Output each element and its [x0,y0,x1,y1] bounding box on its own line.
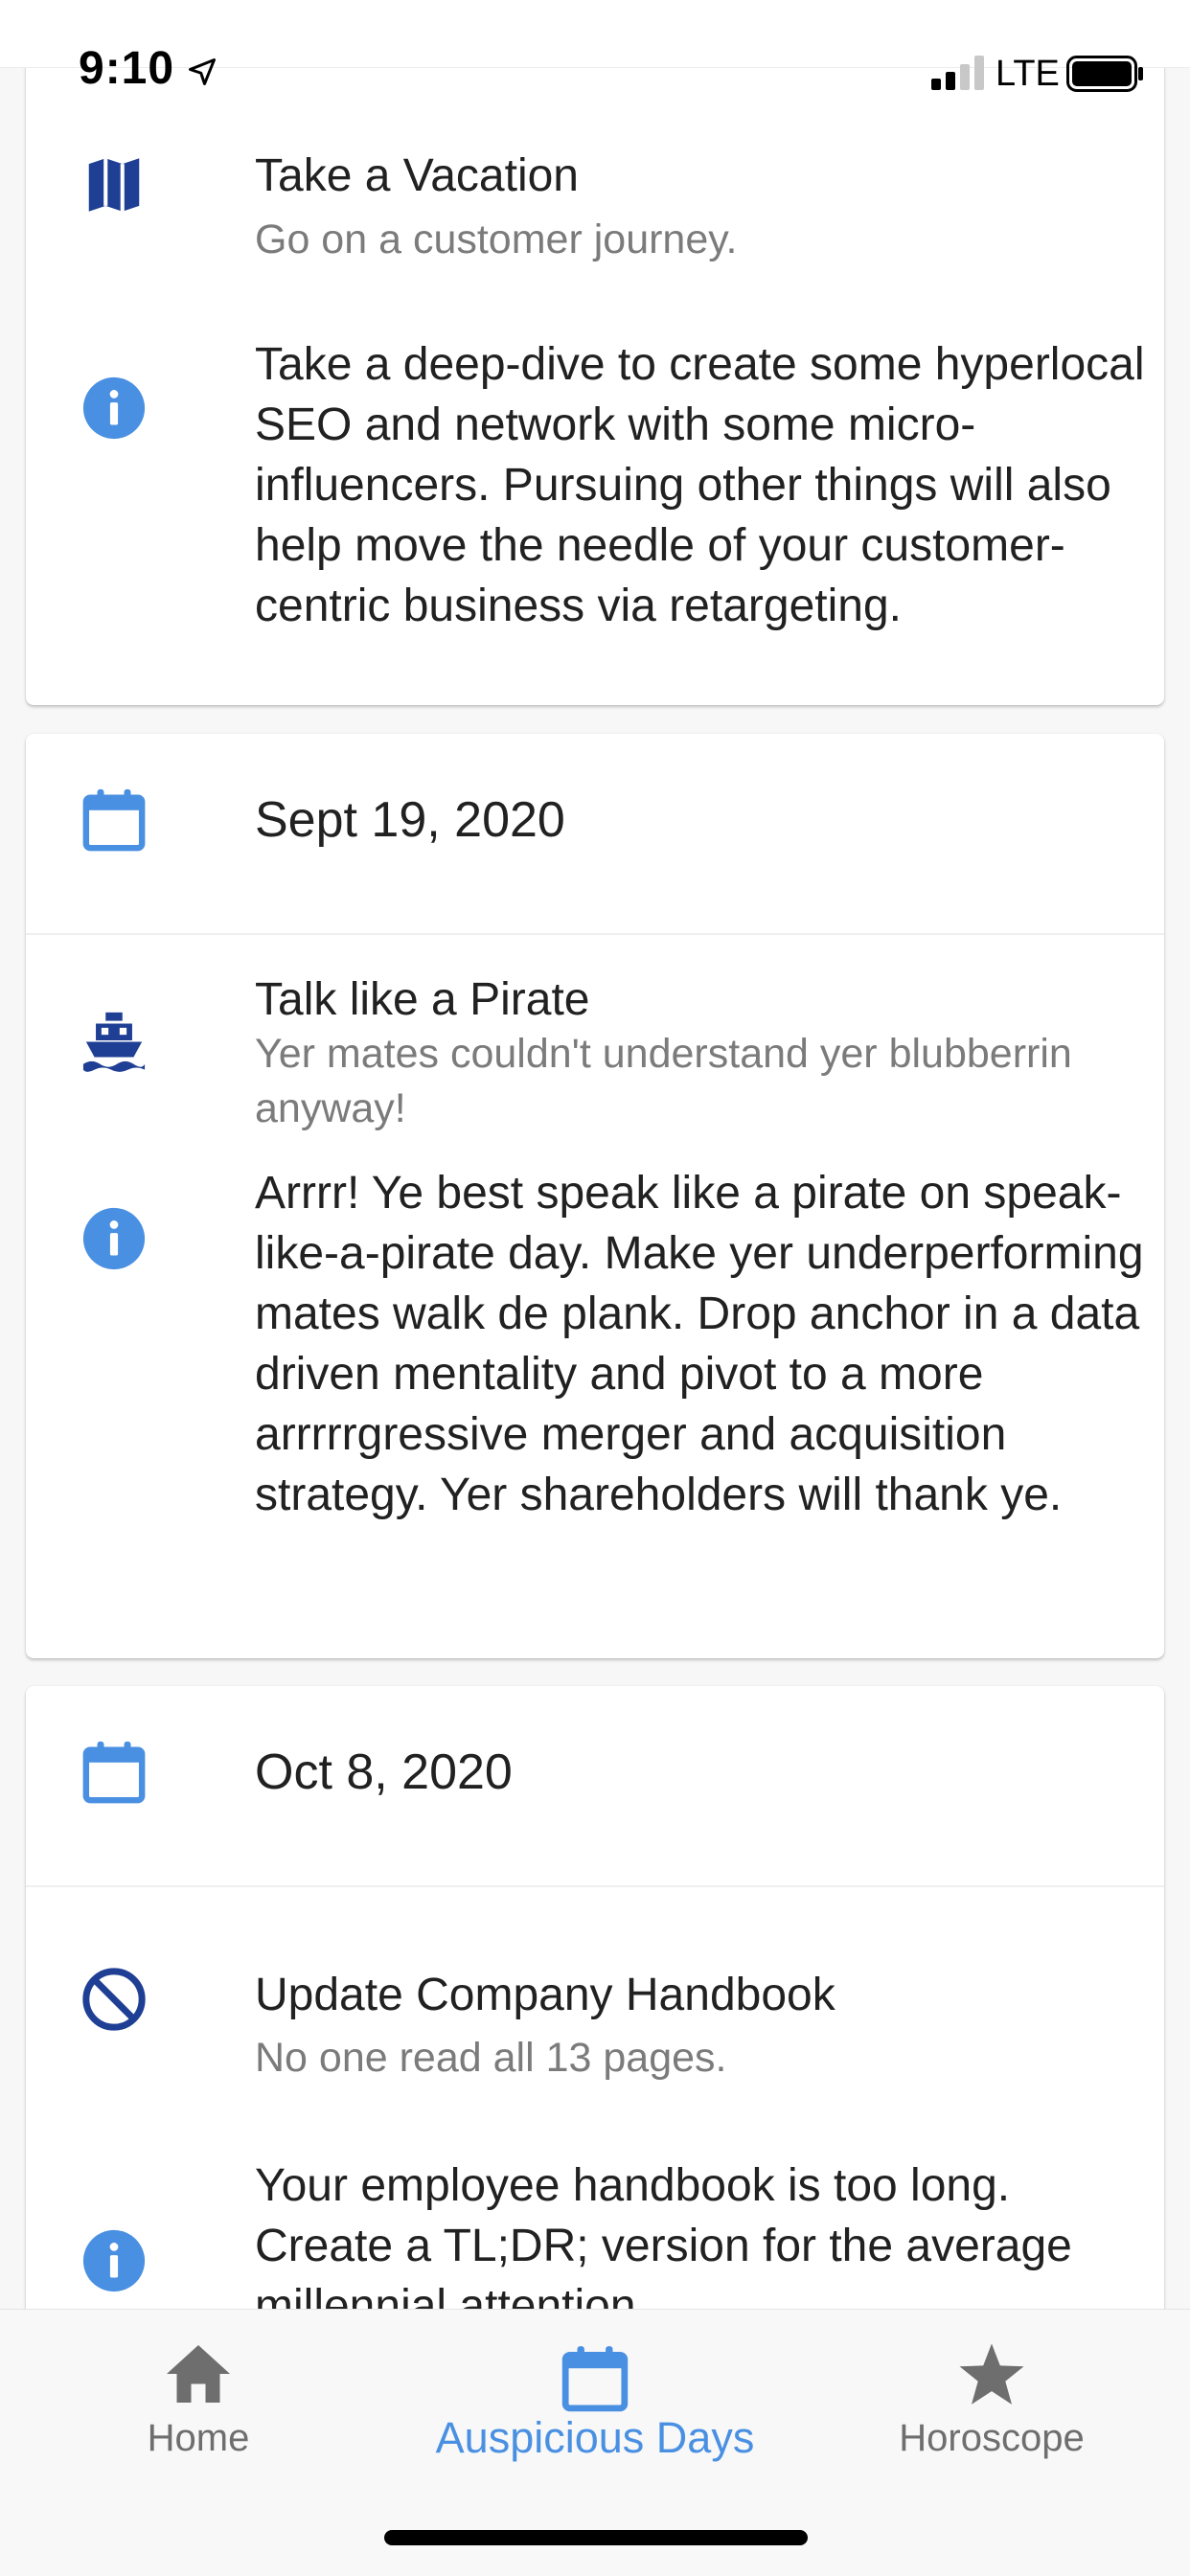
event-date: Sept 19, 2020 [255,792,565,848]
map-icon [80,151,148,218]
row-divider [26,933,1164,935]
event-subtitle: No one read all 13 pages. [255,2035,727,2081]
event-subtitle: Yer mates couldn't understand yer blubbe… [255,1031,1072,1131]
home-indicator[interactable] [384,2530,808,2545]
bottom-tab-bar: Home Auspicious Days Horoscope [0,2309,1190,2576]
event-subtitle: Go on a customer journey. [255,217,738,262]
event-description: Your employee handbook is too long. Crea… [255,2160,1072,2309]
event-date: Oct 8, 2020 [255,1744,513,1800]
date-card: Sept 19, 2020 Talk like a Pirate Yer mat… [26,734,1164,1658]
status-time: 9:10 [79,43,175,94]
block-icon [80,1966,148,2033]
content-scroll-area[interactable]: Take a Vacation Go on a customer journey… [0,0,1190,2309]
signal-strength-icon [931,56,987,95]
row-divider [26,1885,1164,1887]
tab-auspicious-days[interactable]: Auspicious Days [397,2310,793,2501]
tab-label: Horoscope [899,2417,1085,2459]
location-arrow-icon [188,57,217,91]
battery-icon [1066,56,1145,97]
date-card: Oct 8, 2020 Update Company Handbook No o… [26,1686,1164,2309]
event-description: Arrrr! Ye best speak like a pirate on sp… [255,1168,1144,1520]
calendar-icon [80,786,148,854]
event-title: Talk like a Pirate [255,974,590,1025]
status-bar: 9:10 LTE [0,0,1190,94]
tab-horoscope[interactable]: Horoscope [793,2310,1190,2501]
tab-label: Home [147,2417,250,2459]
event-description: Take a deep-dive to create some hyperloc… [255,339,1145,631]
info-icon[interactable] [80,1205,148,1272]
tab-label: Auspicious Days [435,2413,755,2462]
calendar-icon [80,1739,148,1806]
ship-icon [80,1007,148,1074]
tab-home[interactable]: Home [0,2310,397,2501]
network-type: LTE [995,54,1060,94]
event-title: Update Company Handbook [255,1970,835,2020]
info-icon[interactable] [80,2227,148,2294]
info-icon[interactable] [80,375,148,442]
event-title: Take a Vacation [255,150,579,201]
event-card: Take a Vacation Go on a customer journey… [26,34,1164,705]
